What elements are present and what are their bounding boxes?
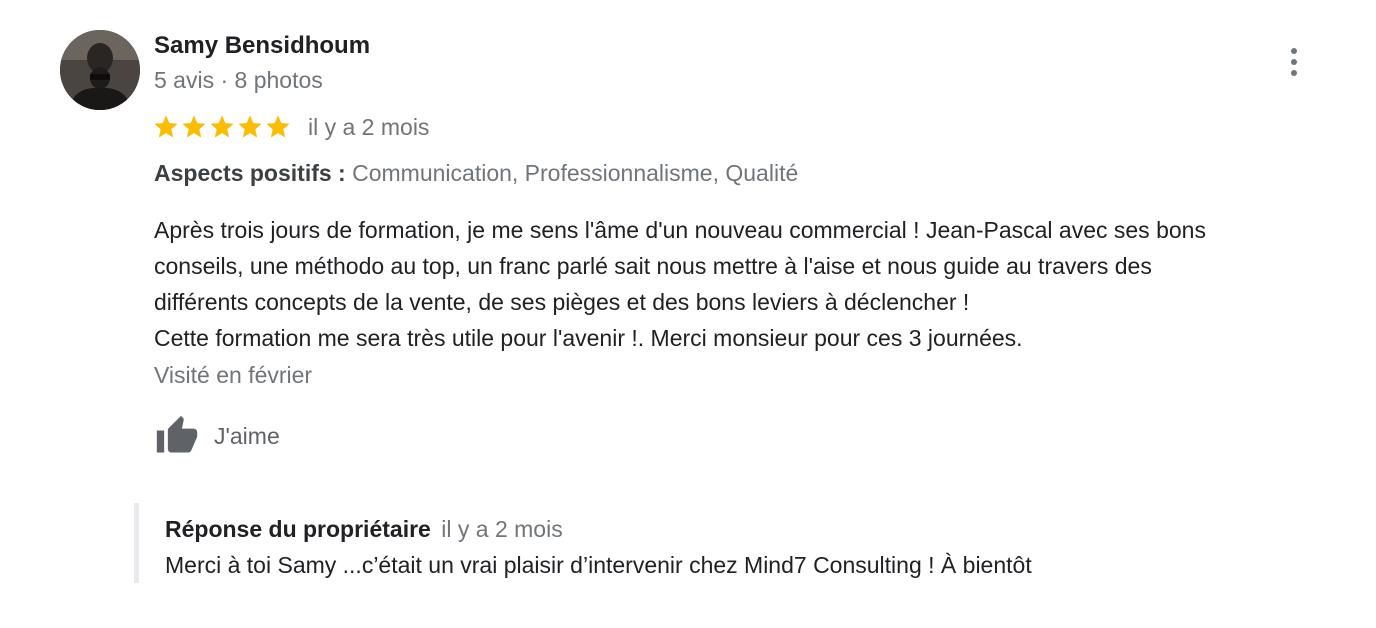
- visited-date: Visité en février: [154, 362, 313, 388]
- star-icon: [182, 115, 206, 138]
- star-icon: [210, 115, 234, 138]
- review-text-line: Après trois jours de formation, je me se…: [154, 217, 1206, 243]
- star-icon: [154, 115, 178, 138]
- avatar[interactable]: [60, 30, 140, 110]
- star-icon: [238, 115, 262, 138]
- owner-reply: Réponse du propriétaire il y a 2 mois Me…: [134, 503, 1239, 583]
- owner-reply-title: Réponse du propriétaire: [165, 516, 431, 542]
- avatar-photo: [60, 30, 140, 110]
- thumb-up-icon: [156, 415, 198, 453]
- owner-reply-text: Merci à toi Samy ...c’était un vrai plai…: [165, 552, 1032, 578]
- like-label: J'aime: [214, 423, 280, 449]
- review-text-line: conseils, une méthodo au top, un franc p…: [154, 253, 1152, 279]
- review-text-line: différents concepts de la vente, de ses …: [154, 289, 970, 315]
- star-rating: [152, 113, 292, 141]
- review-text-line: Cette formation me sera très utile pour …: [154, 325, 1023, 351]
- positive-aspects: Aspects positifs : Communication, Profes…: [154, 157, 798, 189]
- more-vert-icon: [1291, 48, 1297, 54]
- like-button[interactable]: J'aime: [154, 413, 280, 459]
- more-vert-icon-dot: [1291, 70, 1297, 76]
- author-stats[interactable]: 5 avis · 8 photos: [154, 64, 323, 96]
- aspects-values: Communication, Professionnalisme, Qualit…: [352, 160, 799, 186]
- review-date: il y a 2 mois: [308, 114, 430, 140]
- owner-reply-header: Réponse du propriétaire il y a 2 mois: [165, 513, 563, 549]
- more-options-button[interactable]: [1278, 44, 1310, 80]
- owner-reply-date: il y a 2 mois: [441, 516, 563, 542]
- more-vert-icon-dot: [1291, 59, 1297, 65]
- review-text: Après trois jours de formation, je me se…: [154, 212, 1354, 356]
- star-icon: [266, 115, 290, 138]
- rating-row: il y a 2 mois: [152, 110, 429, 144]
- aspects-label: Aspects positifs :: [154, 160, 346, 186]
- author-name[interactable]: Samy Bensidhoum: [154, 30, 370, 62]
